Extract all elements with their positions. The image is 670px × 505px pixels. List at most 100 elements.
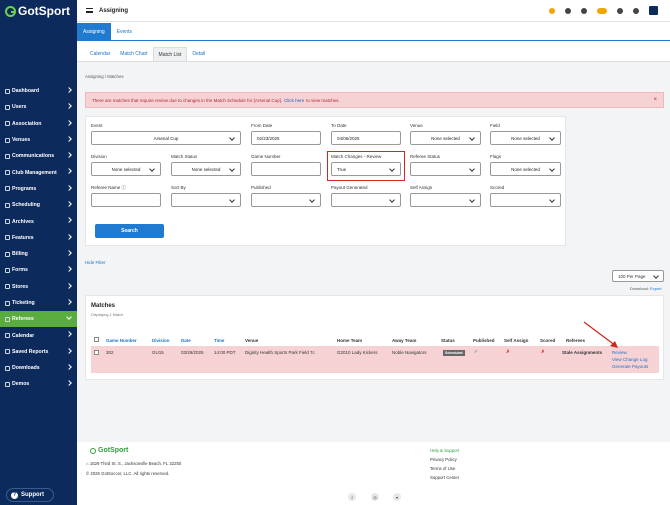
tab-detail[interactable]: Detail [187,47,210,61]
row-checkbox[interactable] [94,350,99,355]
sidebar-item-demos[interactable]: Demos [0,376,77,392]
sidebar-item-communications[interactable]: Communications [0,148,77,164]
cell-away-team: Noble Navigators [392,350,427,355]
alert-click-here-link[interactable]: Click here [284,98,304,103]
chat-icon[interactable] [617,7,623,14]
sidebar-item-users[interactable]: Users [0,99,77,115]
tab-match-list[interactable]: Match List [152,47,188,61]
scheduling-icon [5,202,10,208]
sidebar-item-features[interactable]: Features [0,230,77,246]
col-division[interactable]: Division [152,338,170,343]
breadcrumb: Assigning / Matches [85,74,124,79]
mail-icon[interactable] [597,7,607,14]
cell-referees: Stale Assignments [562,350,603,355]
cell-home-team: G2010 Lady Kickers [337,350,378,355]
event-select[interactable]: Arsenal Cup [91,131,241,145]
sidebar-item-label: Calendar [12,332,35,339]
twitter-icon[interactable]: ▾ [393,493,401,501]
search-button[interactable]: Search [95,224,164,238]
footer-address-text: 1529 Third St. S., Jacksonville Beach, F… [89,461,182,466]
breadcrumb-assigning[interactable]: Assigning [85,74,104,79]
export-link[interactable]: Export [650,286,662,291]
sidebar-item-saved-reports[interactable]: Saved Reports [0,344,77,360]
sidebar-item-scheduling[interactable]: Scheduling [0,197,77,213]
download-icon[interactable] [565,7,571,14]
ticketing-icon [5,300,10,306]
warning-icon[interactable] [549,7,555,14]
logo-icon [90,447,96,454]
published-select[interactable] [251,193,321,207]
flags-select[interactable]: None selected [490,162,561,176]
footer-privacy-policy[interactable]: Privacy Policy [430,455,459,464]
breadcrumb-separator: / [104,74,107,79]
sidebar-item-venues[interactable]: Venues [0,132,77,148]
cell-venue: Dignity Health Sports Park Field 7c [245,350,315,355]
footer-logo[interactable]: GotSport [90,447,128,454]
review-link[interactable]: Review [612,350,627,355]
sidebar-item-association[interactable]: Association [0,116,77,132]
instagram-icon[interactable]: ◎ [371,493,379,501]
to-date-input[interactable]: 04/06/2025 [331,131,401,145]
sidebar-item-referees[interactable]: Referees [0,311,77,328]
field-select[interactable]: None selected [490,131,561,145]
user-icon[interactable] [581,7,587,14]
profile-icon[interactable] [649,6,658,15]
referees-icon [5,316,10,322]
sidebar-item-dashboard[interactable]: Dashboard [0,83,77,99]
sidebar-item-downloads[interactable]: Downloads [0,360,77,376]
generate-payouts-link[interactable]: Generate Payouts [612,364,648,369]
sort-by-select[interactable] [171,193,241,207]
footer-support-center[interactable]: Support Center [430,473,459,482]
tab-events[interactable]: Events [111,23,138,40]
annotation-arrow-icon [583,321,618,348]
game-number-input[interactable] [251,162,321,176]
venue-label: Venue [410,123,423,128]
view-change-log-link[interactable]: View Change Log [612,357,647,362]
hamburger-menu-icon[interactable] [86,8,93,13]
gotsport-logo[interactable]: GotSport [5,4,77,18]
support-button[interactable]: ? Support [6,488,54,502]
sidebar-item-calendar[interactable]: Calendar [0,327,77,343]
tab-match-chart[interactable]: Match Chart [115,47,152,61]
sidebar-item-archives[interactable]: Archives [0,213,77,229]
referee-name-input[interactable] [91,193,161,207]
sidebar-item-label: Archives [12,218,34,225]
col-game-number[interactable]: Game Number [106,338,137,343]
venues-icon [5,137,10,143]
from-date-input[interactable]: 02/23/2025 [251,131,321,145]
sidebar-item-label: Forms [12,267,28,274]
close-icon[interactable]: × [653,97,657,103]
sidebar-item-label: Users [12,104,27,111]
self-assign-select[interactable] [410,193,481,207]
referee-status-select[interactable] [410,162,481,176]
venue-select[interactable]: None selected [410,131,481,145]
match-status-select[interactable]: None selected [171,162,241,176]
footer-terms-of-use[interactable]: Terms of Use [430,464,459,473]
col-time[interactable]: Time [214,338,224,343]
payout-generated-select[interactable] [331,193,401,207]
sidebar-item-forms[interactable]: Forms [0,262,77,278]
tab-assigning[interactable]: Assigning [77,23,111,40]
sidebar-item-club-management[interactable]: Club Management [0,164,77,180]
settings-icon[interactable] [633,7,639,14]
sidebar-item-billing[interactable]: Billing [0,246,77,262]
col-date[interactable]: Date [181,338,191,343]
tab-calendar[interactable]: Calendar [85,47,115,61]
division-select[interactable]: None selected [91,162,161,176]
from-date-label: From Date [251,123,273,128]
referee-status-label: Referee Status [410,154,441,159]
scored-select[interactable] [490,193,561,207]
select-all-checkbox[interactable] [94,337,99,342]
hide-filter-link[interactable]: Hide Filter [85,260,106,265]
facebook-icon[interactable]: f [348,493,356,501]
sidebar-item-ticketing[interactable]: Ticketing [0,295,77,311]
chevron-right-icon [66,136,72,142]
sidebar-item-programs[interactable]: Programs [0,181,77,197]
forms-icon [5,267,10,273]
users-icon [5,104,10,110]
sidebar-item-stores[interactable]: Stores [0,279,77,295]
stores-icon [5,284,10,290]
info-icon[interactable]: ⓘ [122,185,127,190]
per-page-select[interactable]: 100 Per Page [612,270,664,282]
self-assign-label: Self Assign [410,185,433,190]
